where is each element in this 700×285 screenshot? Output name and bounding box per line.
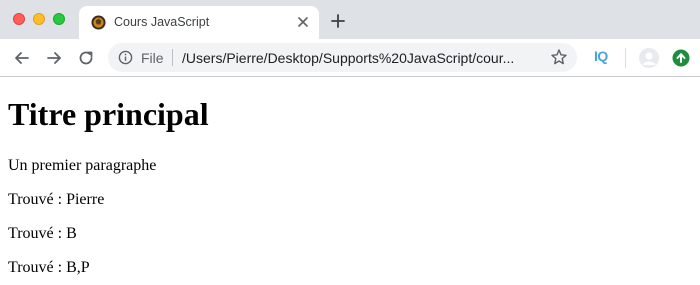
avatar[interactable] <box>639 48 659 68</box>
page-content: Titre principal Un premier paragraphe Tr… <box>0 78 700 285</box>
paragraph-result-1: Trouvé : Pierre <box>8 191 105 208</box>
close-window-button[interactable] <box>13 13 25 25</box>
close-icon[interactable] <box>295 14 311 30</box>
tab-active[interactable]: Cours JavaScript <box>79 6 319 39</box>
forward-icon[interactable] <box>45 49 63 67</box>
reload-icon[interactable] <box>77 49 95 67</box>
extension-iq-button[interactable]: IQ <box>594 48 608 64</box>
star-icon[interactable] <box>550 48 568 66</box>
new-tab-icon[interactable] <box>330 13 346 29</box>
paragraph-intro: Un premier paragraphe <box>8 157 157 174</box>
maximize-window-button[interactable] <box>53 13 65 25</box>
info-icon[interactable] <box>118 50 133 65</box>
paragraph-result-3: Trouvé : B,P <box>8 259 90 276</box>
update-icon[interactable] <box>672 49 690 67</box>
url-text[interactable]: /Users/Pierre/Desktop/Supports%20JavaScr… <box>182 50 540 66</box>
back-icon[interactable] <box>13 49 31 67</box>
paragraph-result-2: Trouvé : B <box>8 225 77 242</box>
javascript-course-favicon <box>91 15 106 30</box>
toolbar-divider <box>625 48 626 68</box>
scheme-label: File <box>141 50 164 66</box>
tab-strip: Cours JavaScript <box>0 0 700 39</box>
omnibox-divider <box>172 49 173 66</box>
address-bar[interactable]: File /Users/Pierre/Desktop/Supports%20Ja… <box>108 43 577 72</box>
tab-title: Cours JavaScript <box>114 15 210 29</box>
minimize-window-button[interactable] <box>33 13 45 25</box>
page-title: Titre principal <box>8 96 209 132</box>
